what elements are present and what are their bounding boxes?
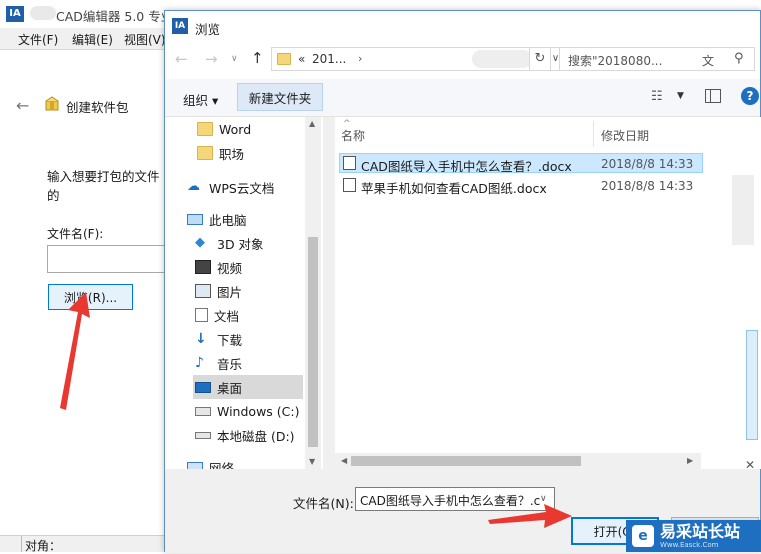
- red-arrow-left: [60, 292, 90, 410]
- watermark-logo-icon: e: [632, 525, 654, 547]
- watermark: e 易采站长站 Www.Easck.Com: [626, 520, 761, 552]
- annotation-arrows: [60, 292, 572, 528]
- watermark-sub: Www.Easck.Com: [660, 540, 719, 549]
- watermark-text: 易采站长站: [660, 521, 741, 541]
- red-arrow-right: [488, 504, 572, 528]
